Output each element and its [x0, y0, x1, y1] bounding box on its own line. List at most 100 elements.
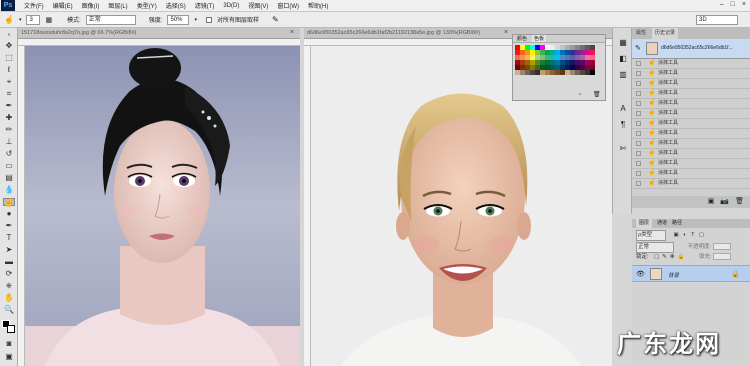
smudge-tool-icon[interactable]: ☝ — [3, 198, 15, 207]
3d-camera-tool-icon[interactable]: ⎈ — [3, 282, 15, 290]
fill-field[interactable] — [712, 253, 731, 261]
brush-size-field[interactable]: 3 — [26, 14, 41, 25]
tab-color[interactable]: 颜色 — [517, 35, 527, 42]
history-item[interactable]: ☝ 涂抹工具 — [632, 69, 750, 79]
history-source-checkbox[interactable] — [636, 101, 641, 106]
tab-swatches[interactable]: 色板 — [532, 35, 547, 42]
history-source-checkbox[interactable] — [636, 71, 641, 76]
history-source-checkbox[interactable] — [636, 161, 641, 166]
tab-properties[interactable]: 属性 — [636, 28, 646, 39]
brush-tool-icon[interactable]: ✏ — [3, 126, 15, 134]
visibility-eye-icon[interactable]: 👁 — [636, 270, 645, 278]
menu-file[interactable]: 文件(F) — [24, 1, 44, 10]
history-brush-source-icon[interactable]: ✎ — [635, 44, 641, 52]
vertical-ruler-2[interactable] — [304, 46, 311, 366]
camera-icon[interactable]: 📷 — [720, 196, 729, 208]
shape-tool-icon[interactable]: ▬ — [3, 258, 15, 266]
move-tool-icon[interactable]: ✥ — [3, 42, 15, 50]
vertical-ruler-1[interactable] — [18, 46, 25, 366]
lasso-tool-icon[interactable]: ℓ — [3, 66, 15, 74]
tab-paths[interactable]: 路径 — [672, 219, 682, 228]
layer-background[interactable]: 👁 背景 🔒 — [632, 265, 750, 282]
minimize-button[interactable]: – — [720, 1, 724, 8]
menu-window[interactable]: 窗口(W) — [277, 1, 299, 10]
history-item[interactable]: ☝ 涂抹工具 — [632, 139, 750, 149]
layer-name[interactable]: 背景 — [668, 271, 679, 279]
close-button[interactable]: × — [742, 1, 746, 8]
filter-type-icon[interactable]: T — [691, 232, 694, 238]
swatch-cell[interactable] — [590, 70, 595, 75]
pen-tool-icon[interactable]: ✒ — [3, 222, 15, 230]
delete-swatch-icon[interactable]: 🗑 — [593, 91, 601, 98]
workspace-select[interactable]: 3D — [696, 15, 738, 25]
canvas-1[interactable] — [25, 46, 300, 366]
history-source-checkbox[interactable] — [636, 111, 641, 116]
history-source-checkbox[interactable] — [636, 61, 641, 66]
history-item[interactable]: ☝ 涂抹工具 — [632, 169, 750, 179]
quick-mask-icon[interactable]: ◙ — [3, 340, 15, 348]
history-item[interactable]: ☝ 涂抹工具 — [632, 179, 750, 189]
history-item[interactable]: ☝ 涂抹工具 — [632, 119, 750, 129]
snapshot-icon[interactable]: ▣ — [708, 196, 715, 208]
menu-type[interactable]: 类型(Y) — [137, 1, 157, 10]
history-item[interactable]: ☝ 涂抹工具 — [632, 129, 750, 139]
gradient-tool-icon[interactable]: ▤ — [3, 174, 15, 182]
history-source-checkbox[interactable] — [636, 151, 641, 156]
history-source-checkbox[interactable] — [636, 141, 641, 146]
lock-icons[interactable]: ▢✎✥🔒 — [654, 254, 687, 260]
eyedropper-tool-icon[interactable]: ✒ — [3, 102, 15, 110]
menu-select[interactable]: 选择(S) — [166, 1, 186, 10]
screen-mode-icon[interactable]: ▣ — [3, 353, 15, 361]
history-source-checkbox[interactable] — [636, 91, 641, 96]
mode-select[interactable]: 正常 — [85, 14, 136, 25]
filter-shape-icon[interactable]: ▢ — [699, 232, 704, 238]
color-panel-icon[interactable]: ◧ — [617, 54, 629, 64]
hand-tool-icon[interactable]: ✋ — [3, 294, 15, 302]
color-swatch-icon[interactable] — [2, 320, 15, 333]
character-panel-icon[interactable]: A — [617, 104, 629, 114]
tool-presets-icon[interactable]: ✄ — [617, 144, 629, 154]
tab-channels[interactable]: 通道 — [657, 219, 667, 228]
quick-select-tool-icon[interactable]: ⌖ — [3, 78, 15, 86]
eraser-tool-icon[interactable]: ▭ — [3, 162, 15, 170]
filter-adjust-icon[interactable]: ◐ — [683, 232, 686, 238]
adjustments-panel-icon[interactable]: ▥ — [617, 70, 629, 80]
history-snapshot[interactable]: ✎ d6d6e950352ac65c266e6db1f... — [632, 39, 750, 59]
crop-tool-icon[interactable]: ⌗ — [3, 90, 15, 98]
sample-all-checkbox[interactable] — [205, 16, 212, 23]
collapse-toolbox-icon[interactable]: » — [3, 31, 15, 39]
horizontal-ruler-1[interactable] — [18, 39, 300, 46]
healing-brush-tool-icon[interactable]: ✚ — [3, 114, 15, 122]
history-source-checkbox[interactable] — [636, 131, 641, 136]
history-source-checkbox[interactable] — [636, 121, 641, 126]
history-item[interactable]: ☝ 涂抹工具 — [632, 99, 750, 109]
layer-kind-select[interactable]: ρ类型 — [636, 230, 666, 241]
3d-tool-icon[interactable]: ⟳ — [3, 270, 15, 278]
menu-filter[interactable]: 滤镜(T) — [195, 1, 215, 10]
history-item[interactable]: ☝ 涂抹工具 — [632, 159, 750, 169]
tab-history[interactable]: 历史记录 — [652, 28, 679, 39]
menu-edit[interactable]: 编辑(E) — [53, 1, 73, 10]
history-item[interactable]: ☝ 涂抹工具 — [632, 59, 750, 69]
filter-pixel-icon[interactable]: ▣ — [674, 232, 679, 238]
type-tool-icon[interactable]: T — [3, 234, 15, 242]
history-item[interactable]: ☝ 涂抹工具 — [632, 79, 750, 89]
clone-stamp-tool-icon[interactable]: ⊥ — [3, 138, 15, 146]
blend-mode-select[interactable]: 正常 — [636, 242, 674, 253]
new-swatch-icon[interactable]: ▫ — [579, 92, 581, 98]
opacity-field[interactable] — [712, 243, 731, 251]
marquee-tool-icon[interactable]: ⬚ — [3, 54, 15, 62]
menu-layer[interactable]: 图层(L) — [108, 1, 127, 10]
history-source-checkbox[interactable] — [636, 171, 641, 176]
menu-help[interactable]: 帮助(H) — [308, 1, 328, 10]
path-select-tool-icon[interactable]: ➤ — [3, 246, 15, 254]
tab-layers[interactable]: 图层 — [636, 219, 653, 228]
brush-panel-icon[interactable]: ▦ — [45, 16, 52, 24]
history-item[interactable]: ☝ 涂抹工具 — [632, 89, 750, 99]
smudge-tool-icon[interactable]: ☝ — [4, 15, 14, 24]
history-item[interactable]: ☝ 涂抹工具 — [632, 109, 750, 119]
document-close-1-button[interactable]: × — [290, 29, 294, 36]
blur-tool-icon[interactable]: 💧 — [3, 186, 15, 194]
menu-image[interactable]: 图像(I) — [82, 1, 100, 10]
history-source-checkbox[interactable] — [636, 181, 641, 186]
